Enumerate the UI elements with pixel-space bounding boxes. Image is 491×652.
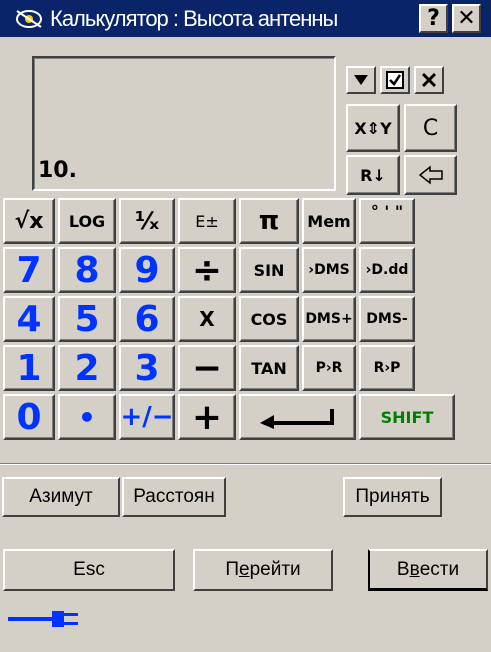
enter-key-button[interactable] [239, 394, 356, 440]
reciprocal-button[interactable]: ¹⁄ₓ [119, 198, 175, 244]
dms-minus-button[interactable]: DMS- [359, 296, 415, 342]
pi-button[interactable]: π [239, 198, 299, 244]
digit-8-button[interactable]: 8 [58, 247, 116, 293]
sin-button[interactable]: SIN [239, 247, 299, 293]
enter-label-prefix: В [396, 558, 410, 580]
digit-4-button[interactable]: 4 [3, 296, 55, 342]
goto-label-suffix: рейти [249, 559, 301, 580]
minus-button[interactable]: − [178, 345, 236, 391]
close-calc-button[interactable] [414, 66, 444, 94]
distance-button[interactable]: Расстоян [122, 477, 226, 517]
digit-7-button[interactable]: 7 [3, 247, 55, 293]
digit-9-button[interactable]: 9 [119, 247, 175, 293]
app-icon [16, 10, 42, 28]
roll-down-button[interactable]: R↓ [346, 155, 400, 195]
log-button[interactable]: LOG [58, 198, 116, 244]
digit-3-button[interactable]: 3 [119, 345, 175, 391]
window-title: Калькулятор : Высота антенны [50, 6, 338, 31]
sign-toggle-button[interactable]: +∕− [119, 394, 175, 440]
calculator-display: 10. [32, 56, 336, 191]
power-plug-icon [8, 611, 78, 627]
rect-to-polar-button[interactable]: R›P [359, 345, 415, 391]
dropdown-button[interactable] [346, 66, 376, 94]
close-window-button[interactable]: ✕ [452, 4, 481, 33]
display-value: 10. [38, 158, 77, 183]
help-button[interactable]: ? [419, 4, 448, 33]
swap-xy-button[interactable]: X⇕Y [346, 104, 400, 152]
check-button[interactable] [380, 66, 410, 94]
esc-button[interactable]: Esc [3, 549, 175, 591]
divider [0, 463, 491, 465]
enter-button[interactable]: Вв ести [368, 549, 488, 591]
goto-label-prefix: П [225, 559, 239, 580]
dms-plus-button[interactable]: DMS+ [302, 296, 356, 342]
title-bar: Калькулятор : Высота антенны ? ✕ [0, 0, 491, 37]
sqrt-button[interactable]: √x [3, 198, 55, 244]
exponent-button[interactable]: E± [178, 198, 236, 244]
shift-button[interactable]: SHIFT [359, 394, 455, 440]
backspace-button[interactable] [404, 155, 457, 195]
checkbox-icon [386, 71, 404, 89]
azimuth-button[interactable]: Азимут [2, 477, 120, 517]
digit-6-button[interactable]: 6 [119, 296, 175, 342]
digit-1-button[interactable]: 1 [3, 345, 55, 391]
digit-0-button[interactable]: 0 [3, 394, 55, 440]
clear-button[interactable]: C [404, 104, 457, 152]
digit-5-button[interactable]: 5 [58, 296, 116, 342]
backspace-arrow-icon [418, 165, 443, 185]
memory-button[interactable]: Mem [302, 198, 356, 244]
decimal-point-button[interactable]: • [58, 394, 116, 440]
enter-label-suffix: ести [419, 558, 460, 580]
close-icon [421, 72, 437, 88]
to-dms-button[interactable]: ›DMS [302, 247, 356, 293]
accept-button[interactable]: Принять [343, 477, 442, 517]
digit-2-button[interactable]: 2 [58, 345, 116, 391]
multiply-button[interactable]: X [178, 296, 236, 342]
enter-label-accel: в [409, 558, 420, 580]
to-ddd-button[interactable]: ›D.dd [359, 247, 415, 293]
divide-button[interactable]: ÷ [178, 247, 236, 293]
tan-button[interactable]: TAN [239, 345, 299, 391]
cos-button[interactable]: COS [239, 296, 299, 342]
enter-arrow-icon [259, 409, 334, 429]
goto-button[interactable]: Пе рейти [193, 549, 333, 591]
plus-button[interactable]: + [178, 394, 236, 440]
chevron-down-icon [354, 75, 368, 85]
dms-symbols-button[interactable]: ° ' " [359, 198, 415, 244]
goto-label-accel: е [239, 559, 250, 580]
polar-to-rect-button[interactable]: P›R [302, 345, 356, 391]
